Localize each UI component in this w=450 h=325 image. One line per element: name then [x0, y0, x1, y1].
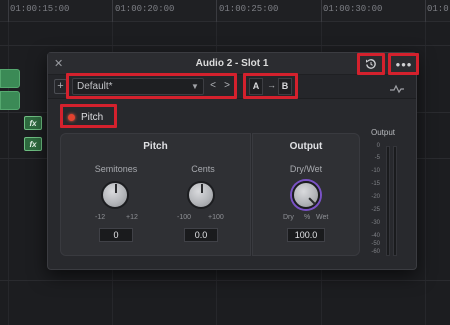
meter-scale-label: 0 — [376, 143, 380, 149]
track-divider — [0, 45, 450, 46]
title-bar[interactable]: ✕ Audio 2 - Slot 1 ••• — [48, 53, 419, 75]
range-min-label: -12 — [95, 214, 106, 221]
highlight-box — [357, 53, 385, 75]
ruler-tick — [8, 0, 9, 22]
percent-label: % — [304, 214, 311, 221]
knob-indicator — [201, 184, 203, 193]
ruler-tick — [321, 0, 322, 22]
semitones-knob[interactable] — [101, 181, 129, 209]
meter-scale-label: -30 — [371, 220, 380, 226]
section-title: Output — [289, 141, 323, 152]
preset-toolbar: + Default* ▼ < > A → B — [48, 73, 416, 99]
ruler-tick — [112, 0, 113, 22]
audio-clip[interactable] — [0, 91, 20, 110]
audio-clip[interactable] — [0, 69, 20, 88]
range-max-label: +100 — [208, 214, 224, 221]
timecode-label: 01:00:25:00 — [219, 4, 279, 14]
range-min-label: -100 — [177, 214, 192, 221]
section-title: Pitch — [143, 141, 168, 152]
meter-scale-label: -60 — [371, 249, 380, 255]
highlight-box — [66, 73, 237, 99]
output-meter-left — [386, 146, 390, 256]
semitones-value-field[interactable]: 0 — [99, 228, 133, 242]
meter-scale-label: -5 — [374, 155, 380, 161]
cents-value-field[interactable]: 0.0 — [184, 228, 218, 242]
cents-knob[interactable] — [187, 181, 215, 209]
fx-badge[interactable]: fx — [24, 137, 42, 151]
ruler-tick — [425, 0, 426, 22]
meter-scale-label: -10 — [371, 168, 380, 174]
range-max-label: +12 — [126, 214, 138, 221]
meter-title: Output — [371, 128, 396, 137]
output-meter-right — [393, 146, 397, 256]
knob-indicator — [308, 197, 317, 206]
timecode-label: 01:00:20:00 — [115, 4, 175, 14]
dry-label: Dry — [283, 214, 294, 221]
knob-indicator — [115, 184, 117, 193]
waveform-icon[interactable] — [389, 81, 405, 99]
meter-scale-label: -25 — [371, 207, 380, 213]
meter-scale-label: -40 — [371, 233, 380, 239]
timecode-label: 01:00:30:00 — [323, 4, 383, 14]
output-section: Output Dry/Wet Dry % Wet 100.0 — [252, 133, 360, 256]
drywet-knob[interactable] — [292, 181, 320, 209]
highlight-box — [60, 104, 117, 128]
meter-scale-label: -20 — [371, 194, 380, 200]
meter-scale-label: -50 — [371, 241, 380, 247]
pitch-section: Pitch Semitones -12 +12 0 Cents -100 +10… — [60, 133, 251, 256]
timecode-label: 01:00:15:00 — [10, 4, 70, 14]
timecode-label: 01:0 — [427, 4, 449, 14]
semitones-label: Semitones — [94, 164, 138, 174]
drywet-label: Dry/Wet — [289, 164, 323, 174]
track-divider — [0, 280, 450, 281]
fx-badge[interactable]: fx — [24, 116, 42, 130]
highlight-box — [388, 53, 419, 75]
highlight-box — [243, 73, 298, 99]
drywet-value-field[interactable]: 100.0 — [287, 228, 325, 242]
plugin-window: ✕ Audio 2 - Slot 1 ••• + Default* ▼ < > … — [47, 52, 419, 270]
wet-label: Wet — [316, 214, 329, 221]
timeline-ruler[interactable]: 01:00:15:00 01:00:20:00 01:00:25:00 01:0… — [0, 0, 450, 22]
ruler-tick — [216, 0, 217, 22]
meter-scale-label: -15 — [371, 181, 380, 187]
cents-label: Cents — [191, 164, 215, 174]
